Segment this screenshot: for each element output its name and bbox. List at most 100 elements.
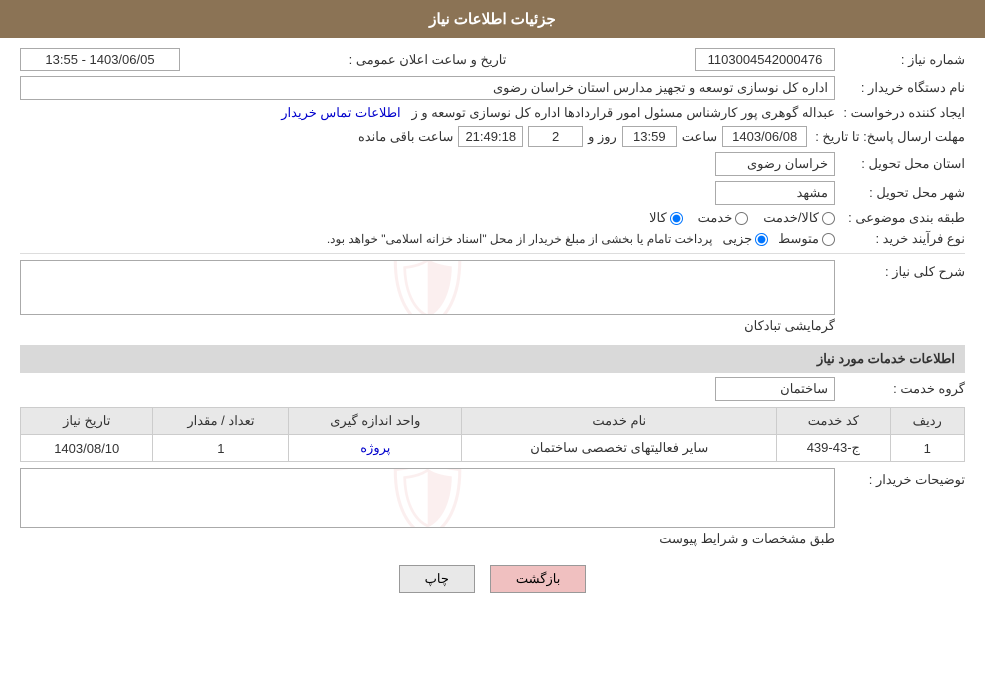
sharh-koli-container: 🛡 — [20, 260, 835, 315]
row-goroh-khadamat: گروه خدمت : ساختمان — [20, 377, 965, 401]
goroh-khadamat-label: گروه خدمت : — [835, 381, 965, 397]
cell-unit: پروژه — [289, 435, 462, 462]
sharh-koli-value: گرمایشی تبادکان — [744, 318, 835, 333]
farayand-value-container: متوسط جزیی پرداخت تامام یا بخشی از مبلغ … — [20, 231, 835, 247]
goroh-khadamat-value-container: ساختمان — [20, 377, 835, 401]
section-khadamat-header: اطلاعات خدمات مورد نیاز — [20, 345, 965, 373]
row-ostan: استان محل تحویل : خراسان رضوی — [20, 152, 965, 176]
row-shahr: شهر محل تحویل : مشهد — [20, 181, 965, 205]
radio-kala-item: کالا — [649, 210, 683, 226]
mohlat-label: مهلت ارسال پاسخ: تا تاریخ : — [807, 129, 965, 145]
sharh-koli-textarea[interactable] — [20, 260, 835, 315]
divider1 — [20, 253, 965, 254]
dastasgah-value: اداره کل نوسازی توسعه و تجهیز مدارس استا… — [20, 76, 835, 100]
row-mohlat: مهلت ارسال پاسخ: تا تاریخ : 1403/06/08 س… — [20, 126, 965, 147]
tabaqe-value-container: کالا/خدمت خدمت کالا — [20, 210, 835, 226]
ijad-konande-value-container: عبداله گوهری پور کارشناس مسئول امور قرار… — [20, 105, 835, 121]
radio-kala[interactable] — [670, 212, 683, 225]
radio-khadamat[interactable] — [735, 212, 748, 225]
tozih-text: طبق مشخصات و شرایط پیوست — [20, 528, 835, 550]
shahr-value-container: مشهد — [20, 181, 835, 205]
table-head: ردیف کد خدمت نام خدمت واحد اندازه گیری ت… — [21, 408, 965, 435]
row-ijad-konande: ایجاد کننده درخواست : عبداله گوهری پور ک… — [20, 105, 965, 121]
goroh-khadamat-value: ساختمان — [715, 377, 835, 401]
sharh-koli-text: گرمایشی تبادکان — [20, 315, 835, 337]
radio-khadamat-label: خدمت — [698, 210, 733, 226]
farayand-label: نوع فرآیند خرید : — [835, 231, 965, 247]
button-row: چاپ بازگشت — [20, 565, 965, 593]
page-wrapper: جزئیات اطلاعات نیاز شماره نیاز : 1103004… — [0, 0, 985, 691]
taarikh-saat-value: 1403/06/05 - 13:55 — [20, 48, 180, 71]
content-area: شماره نیاز : 1103004542000476 تاریخ و سا… — [0, 38, 985, 618]
services-table: ردیف کد خدمت نام خدمت واحد اندازه گیری ت… — [20, 407, 965, 462]
radio-jozi-label: جزیی — [722, 231, 752, 247]
shomara-value-container: 1103004542000476 تاریخ و ساعت اعلان عموم… — [20, 48, 835, 71]
radio-khadamat-item: خدمت — [698, 210, 749, 226]
radio-mottavaset-label: متوسط — [778, 231, 819, 247]
tozih-container: 🛡 — [20, 468, 835, 528]
rooz-value: 2 — [528, 126, 583, 147]
sharh-koli-value-container: 🛡 گرمایشی تبادکان — [20, 260, 835, 337]
saat-label: ساعت — [682, 129, 717, 145]
radio-mottavaset-item: متوسط — [778, 231, 835, 247]
tabaqe-radio-group: کالا/خدمت خدمت کالا — [20, 210, 835, 226]
table-header-row: ردیف کد خدمت نام خدمت واحد اندازه گیری ت… — [21, 408, 965, 435]
shahr-label: شهر محل تحویل : — [835, 185, 965, 201]
back-button[interactable]: بازگشت — [490, 565, 586, 593]
tabaqe-label: طبقه بندی موضوعی : — [835, 210, 965, 226]
radio-kala-khadamat-label: کالا/خدمت — [763, 210, 819, 226]
row-dastasgah: نام دستگاه خریدار : اداره کل نوسازی توسع… — [20, 76, 965, 100]
mohlat-saat: 13:59 — [622, 126, 677, 147]
cell-count: 1 — [153, 435, 289, 462]
announce-row: 1103004542000476 تاریخ و ساعت اعلان عموم… — [20, 48, 835, 71]
row-shomara-taarikh: شماره نیاز : 1103004542000476 تاریخ و سا… — [20, 48, 965, 71]
radio-mottavaset[interactable] — [822, 233, 835, 246]
ijad-konande-label: ایجاد کننده درخواست : — [835, 105, 965, 121]
cell-radif: 1 — [890, 435, 964, 462]
shahr-value: مشهد — [715, 181, 835, 205]
countdown-section: 1403/06/08 ساعت 13:59 روز و 2 21:49:18 س… — [20, 126, 807, 147]
tozih-textarea[interactable] — [20, 468, 835, 528]
print-button[interactable]: چاپ — [399, 565, 475, 593]
rooz-label: روز و — [588, 129, 617, 145]
row-tozih: توضیحات خریدار : 🛡 طبق مشخصات و شرایط پی… — [20, 468, 965, 550]
cell-code: ج-43-439 — [777, 435, 890, 462]
ostan-label: استان محل تحویل : — [835, 156, 965, 172]
radio-kala-khadamat[interactable] — [822, 212, 835, 225]
countdown-value: 21:49:18 — [458, 126, 523, 147]
tozih-value-container: 🛡 طبق مشخصات و شرایط پیوست — [20, 468, 835, 550]
radio-kala-label: کالا — [649, 210, 667, 226]
taarikh-saat-label: تاریخ و ساعت اعلان عمومی : — [349, 52, 507, 68]
ijad-konande-value: عبداله گوهری پور کارشناس مسئول امور قرار… — [412, 105, 835, 120]
ostan-value-container: خراسان رضوی — [20, 152, 835, 176]
shomara-id-box: 1103004542000476 — [695, 48, 835, 71]
col-code: کد خدمت — [777, 408, 890, 435]
col-count: تعداد / مقدار — [153, 408, 289, 435]
cell-date: 1403/08/10 — [21, 435, 153, 462]
cell-name: سایر فعالیتهای تخصصی ساختمان — [462, 435, 777, 462]
radio-kala-khadamat-item: کالا/خدمت — [763, 210, 835, 226]
tozih-label: توضیحات خریدار : — [835, 468, 965, 488]
sharh-koli-label: شرح کلی نیاز : — [835, 260, 965, 280]
col-unit: واحد اندازه گیری — [289, 408, 462, 435]
dastasgah-value-container: اداره کل نوسازی توسعه و تجهیز مدارس استا… — [20, 76, 835, 100]
tozih-value: طبق مشخصات و شرایط پیوست — [659, 531, 835, 546]
col-radif: ردیف — [890, 408, 964, 435]
table-body: 1 ج-43-439 سایر فعالیتهای تخصصی ساختمان … — [21, 435, 965, 462]
ettelaat-tamas-link[interactable]: اطلاعات تماس خریدار — [281, 105, 400, 120]
col-name: نام خدمت — [462, 408, 777, 435]
row-sharh-koli: شرح کلی نیاز : 🛡 گرمایشی تبادکان — [20, 260, 965, 337]
row-farayand: نوع فرآیند خرید : متوسط جزیی پرداخت تاما… — [20, 231, 965, 247]
mohlat-value-container: 1403/06/08 ساعت 13:59 روز و 2 21:49:18 س… — [20, 126, 807, 147]
shomara-label: شماره نیاز : — [835, 52, 965, 68]
farayand-desc: پرداخت تامام یا بخشی از مبلغ خریدار از م… — [327, 232, 713, 246]
baqi-label: ساعت باقی مانده — [358, 129, 453, 145]
table-row: 1 ج-43-439 سایر فعالیتهای تخصصی ساختمان … — [21, 435, 965, 462]
radio-jozi-item: جزیی — [722, 231, 768, 247]
page-header: جزئیات اطلاعات نیاز — [0, 0, 985, 38]
mohlat-date: 1403/06/08 — [722, 126, 807, 147]
col-date: تاریخ نیاز — [21, 408, 153, 435]
dastasgah-label: نام دستگاه خریدار : — [835, 80, 965, 96]
radio-jozi[interactable] — [755, 233, 768, 246]
ostan-value: خراسان رضوی — [715, 152, 835, 176]
